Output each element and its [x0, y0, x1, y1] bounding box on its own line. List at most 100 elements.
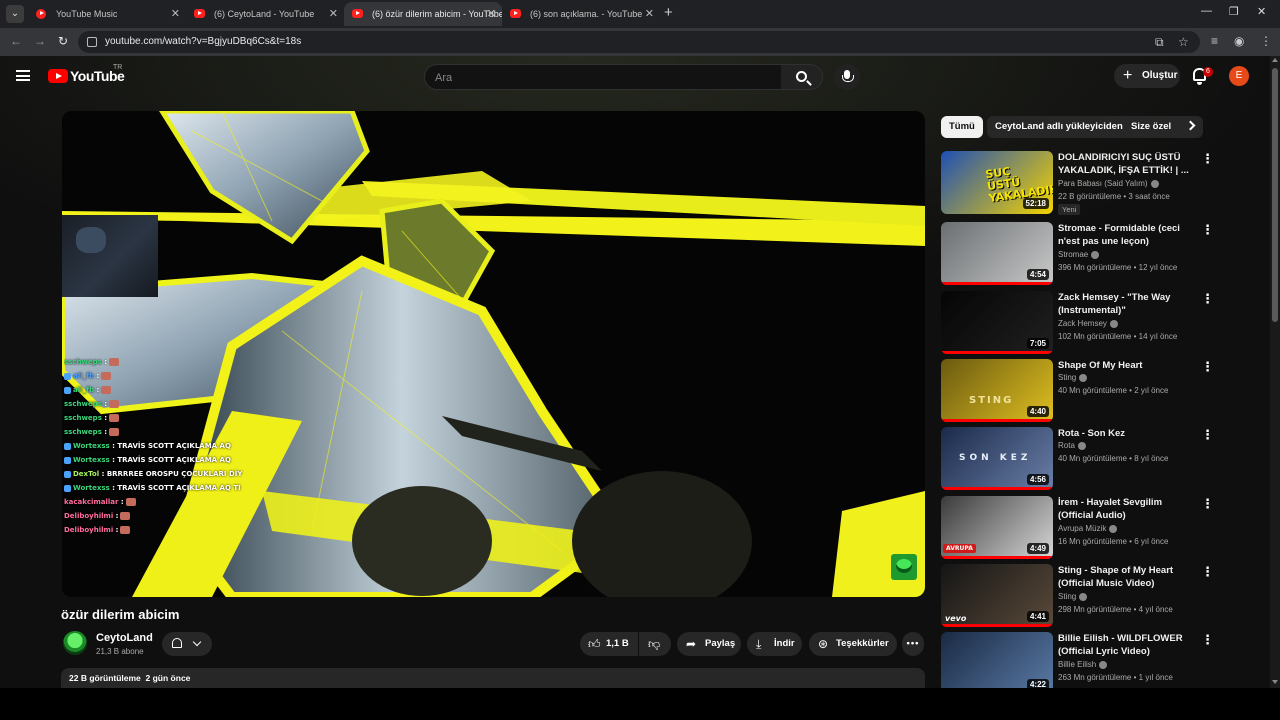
browser-tab[interactable]: (6) son açıklama. - YouTube ✕: [502, 2, 660, 26]
recommended-video[interactable]: SUÇ ÜSTÜ YAKALADIK 52:18 DOLANDIRICIYI SUÇ…: [941, 151, 1214, 215]
bookmark-star-icon[interactable]: ☆: [1178, 35, 1189, 49]
restore-icon[interactable]: ❐: [1229, 5, 1239, 18]
install-app-icon[interactable]: ⧉: [1155, 35, 1164, 50]
recommended-video-title[interactable]: Zack Hemsey - "The Way (Instrumental)": [1058, 291, 1198, 317]
share-button[interactable]: ➦ Paylaş: [677, 632, 741, 656]
recommended-video-title[interactable]: İrem - Hayalet Sevgilim (Official Audio): [1058, 496, 1198, 522]
recommended-video[interactable]: 7:05 Zack Hemsey - "The Way (Instrumental…: [941, 291, 1214, 355]
video-thumbnail[interactable]: STING 4:40: [941, 359, 1053, 422]
video-thumbnail[interactable]: SON KEZ 4:56: [941, 427, 1053, 490]
media-controls-icon[interactable]: ≡: [1211, 34, 1218, 48]
reload-icon[interactable]: ↻: [58, 34, 68, 48]
address-bar[interactable]: youtube.com/watch?v=BgjyuDBq6Cs&t=18s ⧉ …: [78, 31, 1200, 53]
close-tab-icon[interactable]: ✕: [171, 2, 180, 26]
more-vertical-icon[interactable]: [1199, 291, 1214, 307]
forward-icon[interactable]: →: [34, 34, 46, 48]
chip-all[interactable]: Tümü: [941, 116, 983, 138]
more-vertical-icon[interactable]: [1199, 151, 1214, 167]
recommended-video-title[interactable]: DOLANDIRICIYI SUÇ ÜSTÜ YAKALADIK, İFŞA E…: [1058, 151, 1198, 177]
scroll-up-icon[interactable]: [1272, 58, 1278, 62]
recommended-video[interactable]: SON KEZ 4:56 Rota - Son Kez Rota 40 Mn görün…: [941, 427, 1214, 491]
more-vertical-icon[interactable]: [1199, 427, 1214, 443]
tab-search-button[interactable]: ⌄: [6, 5, 24, 23]
scrollbar-thumb[interactable]: [1272, 68, 1278, 322]
menu-icon[interactable]: [16, 70, 30, 81]
bell-icon: [172, 638, 182, 648]
thanks-button[interactable]: ⊛ Teşekkürler: [809, 632, 897, 656]
chat-emote-icon: [101, 386, 112, 394]
search-button[interactable]: [781, 64, 823, 90]
recommended-channel[interactable]: Stromae: [1058, 250, 1100, 259]
new-tab-icon[interactable]: +: [664, 4, 673, 21]
video-thumbnail[interactable]: 7:05: [941, 291, 1053, 354]
more-vertical-icon[interactable]: [1199, 564, 1214, 580]
recommended-channel[interactable]: Para Babası (Said Yalım): [1058, 179, 1159, 188]
close-tab-icon[interactable]: ✕: [487, 2, 496, 26]
close-window-icon[interactable]: ✕: [1257, 5, 1266, 18]
recommended-channel[interactable]: Zack Hemsey: [1058, 319, 1118, 328]
search-input[interactable]: [435, 69, 765, 87]
back-icon[interactable]: ←: [10, 34, 22, 48]
recommended-video-title[interactable]: Shape Of My Heart: [1058, 359, 1198, 372]
verified-badge-icon: [1099, 660, 1108, 669]
recommended-video-title[interactable]: Billie Eilish - WILDFLOWER (Official Lyr…: [1058, 632, 1198, 658]
recommended-video[interactable]: AVRUPA 4:49 İrem - Hayalet Sevgilim (Offic…: [941, 496, 1214, 560]
recommended-channel[interactable]: Sting: [1058, 373, 1088, 382]
browser-tab[interactable]: YouTube Music ✕: [28, 2, 186, 26]
profile-icon[interactable]: ◉: [1234, 34, 1244, 48]
search-icon: [796, 71, 807, 82]
recommended-video-title[interactable]: Stromae - Formidable (ceci n'est pas une…: [1058, 222, 1198, 248]
close-tab-icon[interactable]: ✕: [645, 2, 654, 26]
recommended-video[interactable]: 4:22 Billie Eilish - WILDFLOWER (Official…: [941, 632, 1214, 688]
subscription-notifications-button[interactable]: [162, 632, 212, 656]
browser-tab[interactable]: (6) CeytoLand - YouTube ✕: [186, 2, 344, 26]
page-scrollbar[interactable]: [1270, 56, 1280, 688]
chat-message: :: [96, 386, 100, 394]
recommended-video-title[interactable]: Sting - Shape of My Heart (Official Musi…: [1058, 564, 1198, 590]
close-tab-icon[interactable]: ✕: [329, 2, 338, 26]
recommended-channel[interactable]: Rota: [1058, 441, 1086, 450]
more-vertical-icon[interactable]: [1199, 496, 1214, 512]
chat-badge-icon: [64, 484, 71, 492]
meta-separator: •: [1131, 263, 1139, 272]
scroll-down-icon[interactable]: [1272, 680, 1278, 684]
create-button[interactable]: + Oluştur: [1114, 64, 1180, 88]
dislike-button[interactable]: 👎︎: [639, 632, 671, 656]
more-vertical-icon[interactable]: [1199, 359, 1214, 375]
recommended-channel[interactable]: Sting: [1058, 592, 1088, 601]
minimize-icon[interactable]: —: [1201, 5, 1212, 17]
video-thumbnail[interactable]: 4:22: [941, 632, 1053, 688]
recommended-channel[interactable]: Billie Eilish: [1058, 660, 1108, 669]
recommended-video[interactable]: vevo 4:41 Sting - Shape of My Heart (Offic…: [941, 564, 1214, 628]
video-thumbnail[interactable]: 4:54: [941, 222, 1053, 285]
chat-message: : TRAVİS SCOTT AÇIKLAMA AQ: [112, 456, 231, 464]
url-text[interactable]: youtube.com/watch?v=BgjyuDBq6Cs&t=18s: [105, 31, 301, 53]
video-thumbnail[interactable]: SUÇ ÜSTÜ YAKALADIK 52:18: [941, 151, 1053, 214]
site-info-icon[interactable]: [87, 37, 97, 47]
watch-progress-bar: [941, 624, 1053, 627]
recommended-video-title[interactable]: Rota - Son Kez: [1058, 427, 1198, 440]
channel-name-text: Avrupa Müzik: [1058, 524, 1107, 533]
video-thumbnail[interactable]: AVRUPA 4:49: [941, 496, 1053, 559]
video-thumbnail[interactable]: vevo 4:41: [941, 564, 1053, 627]
like-button[interactable]: 👍︎ 1,1 B: [580, 632, 638, 656]
description-box[interactable]: 22 B görüntüleme 2 gün önce: [61, 668, 925, 688]
browser-menu-icon[interactable]: ⋮: [1260, 34, 1272, 48]
video-player[interactable]: sschweps : ali_fb : ali_fb : sschweps : ssch…: [62, 111, 925, 597]
browser-tab-active[interactable]: (6) özür dilerim abicim - YouTube ✕: [344, 2, 502, 26]
account-avatar[interactable]: E: [1229, 66, 1249, 86]
more-actions-button[interactable]: •••: [902, 632, 924, 656]
channel-watermark-icon[interactable]: [891, 554, 917, 580]
recommended-video[interactable]: STING 4:40 Shape Of My Heart Sting 40 Mn gör…: [941, 359, 1214, 423]
chip-from-uploader[interactable]: CeytoLand adlı yükleyiciden: [987, 116, 1131, 138]
channel-name-text: Para Babası (Said Yalım): [1058, 179, 1148, 188]
more-vertical-icon[interactable]: [1199, 632, 1214, 648]
thumbnail-text: SON KEZ: [959, 453, 1032, 463]
channel-name[interactable]: CeytoLand: [96, 632, 153, 644]
voice-search-button[interactable]: [834, 64, 860, 90]
channel-avatar[interactable]: [63, 631, 87, 655]
recommended-channel[interactable]: Avrupa Müzik: [1058, 524, 1118, 533]
download-button[interactable]: ⤓ İndir: [747, 632, 802, 656]
more-vertical-icon[interactable]: [1199, 222, 1214, 238]
recommended-video[interactable]: 4:54 Stromae - Formidable (ceci n'est pas…: [941, 222, 1214, 286]
